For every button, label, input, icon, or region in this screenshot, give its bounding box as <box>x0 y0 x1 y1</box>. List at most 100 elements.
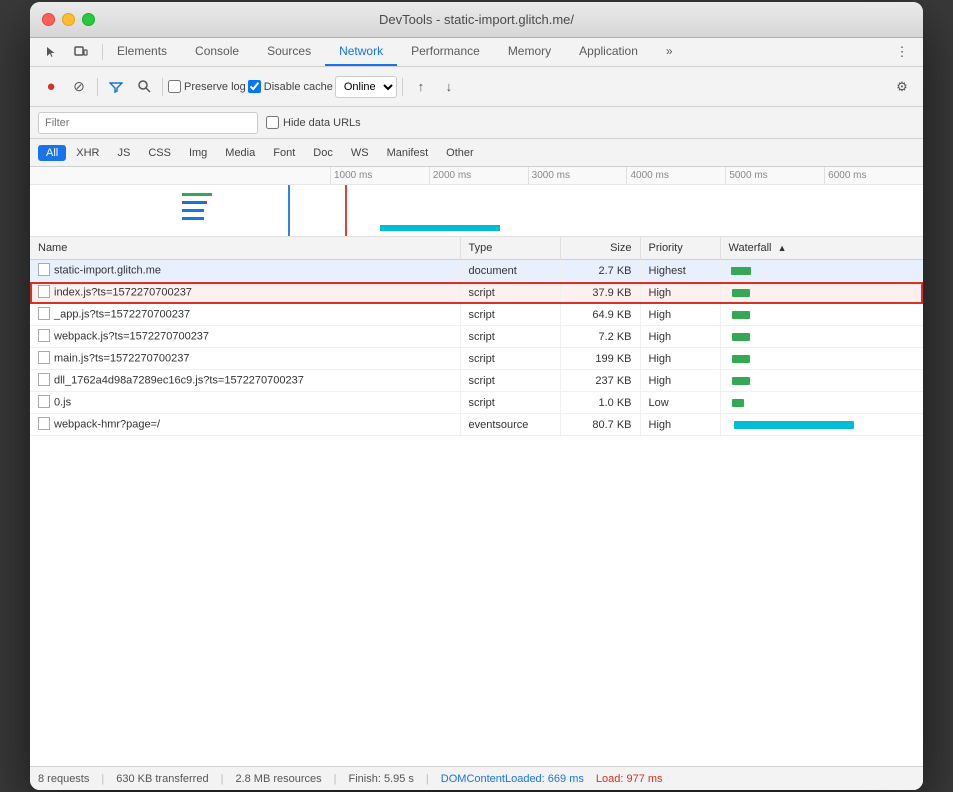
more-options-icon[interactable]: ⋮ <box>889 39 915 65</box>
tab-performance[interactable]: Performance <box>397 38 494 66</box>
filter-row: Hide data URLs <box>30 107 923 139</box>
filter-font[interactable]: Font <box>265 145 303 161</box>
filter-input[interactable] <box>38 112 258 134</box>
tab-sources[interactable]: Sources <box>253 38 325 66</box>
cell-name: webpack.js?ts=1572270700237 <box>30 326 460 348</box>
tab-more[interactable]: » <box>652 38 687 66</box>
cell-name: webpack-hmr?page=/ <box>30 414 460 436</box>
load-time: Load: 977 ms <box>596 773 663 785</box>
hide-data-urls-checkbox[interactable] <box>266 116 279 129</box>
transferred-size: 630 KB transferred <box>116 773 208 785</box>
network-table: Name Type Size Priority Waterfall <box>30 237 923 766</box>
table-row[interactable]: _app.js?ts=1572270700237script64.9 KBHig… <box>30 304 923 326</box>
device-icon[interactable] <box>68 39 94 65</box>
settings-button[interactable]: ⚙ <box>889 74 915 100</box>
table-row[interactable]: 0.jsscript1.0 KBLow <box>30 392 923 414</box>
export-har-button[interactable]: ↓ <box>436 74 462 100</box>
toolbar-right: ⚙ <box>889 74 915 100</box>
header-type[interactable]: Type <box>460 237 560 260</box>
table-row[interactable]: main.js?ts=1572270700237script199 KBHigh <box>30 348 923 370</box>
header-size[interactable]: Size <box>560 237 640 260</box>
table-row[interactable]: index.js?ts=1572270700237script37.9 KBHi… <box>30 282 923 304</box>
cell-size: 1.0 KB <box>560 392 640 414</box>
filter-media[interactable]: Media <box>217 145 263 161</box>
requests-count: 8 requests <box>38 773 89 785</box>
tab-network[interactable]: Network <box>325 38 397 66</box>
filter-manifest[interactable]: Manifest <box>379 145 437 161</box>
cell-type: script <box>460 370 560 392</box>
cell-priority: High <box>640 282 720 304</box>
filter-button[interactable] <box>103 74 129 100</box>
tab-memory[interactable]: Memory <box>494 38 565 66</box>
cell-size: 64.9 KB <box>560 304 640 326</box>
minimize-button[interactable] <box>62 13 75 26</box>
header-priority[interactable]: Priority <box>640 237 720 260</box>
cell-name: main.js?ts=1572270700237 <box>30 348 460 370</box>
titlebar: DevTools - static-import.glitch.me/ <box>30 2 923 38</box>
filter-doc[interactable]: Doc <box>305 145 341 161</box>
table-row[interactable]: dll_1762a4d98a7289ec16c9.js?ts=157227070… <box>30 370 923 392</box>
filter-img[interactable]: Img <box>181 145 215 161</box>
cell-name: index.js?ts=1572270700237 <box>30 282 460 304</box>
cell-priority: Low <box>640 392 720 414</box>
throttle-select[interactable]: Online <box>335 76 397 98</box>
tab-application[interactable]: Application <box>565 38 652 66</box>
cell-waterfall <box>720 326 923 348</box>
maximize-button[interactable] <box>82 13 95 26</box>
ruler-mark-1: 1000 ms <box>330 167 429 184</box>
clear-button[interactable]: ⊘ <box>66 74 92 100</box>
cell-size: 80.7 KB <box>560 414 640 436</box>
cell-size: 2.7 KB <box>560 260 640 282</box>
cell-type: script <box>460 304 560 326</box>
preserve-log-label[interactable]: Preserve log <box>168 80 246 93</box>
close-button[interactable] <box>42 13 55 26</box>
cell-priority: High <box>640 414 720 436</box>
table-row[interactable]: webpack.js?ts=1572270700237script7.2 KBH… <box>30 326 923 348</box>
record-button[interactable]: ● <box>38 74 64 100</box>
cell-waterfall <box>720 260 923 282</box>
tab-console[interactable]: Console <box>181 38 253 66</box>
disable-cache-label[interactable]: Disable cache <box>248 80 333 93</box>
tab-elements[interactable]: Elements <box>103 38 181 66</box>
cell-name: dll_1762a4d98a7289ec16c9.js?ts=157227070… <box>30 370 460 392</box>
cell-size: 37.9 KB <box>560 282 640 304</box>
cell-size: 199 KB <box>560 348 640 370</box>
cell-type: script <box>460 326 560 348</box>
cell-name: static-import.glitch.me <box>30 260 460 282</box>
cell-type: script <box>460 392 560 414</box>
devtools-window: DevTools - static-import.glitch.me/ Elem… <box>30 2 923 790</box>
ruler-mark-3: 3000 ms <box>528 167 627 184</box>
finish-time: Finish: 5.95 s <box>349 773 414 785</box>
cell-name: _app.js?ts=1572270700237 <box>30 304 460 326</box>
filter-xhr[interactable]: XHR <box>68 145 107 161</box>
cell-type: script <box>460 348 560 370</box>
disable-cache-checkbox[interactable] <box>248 80 261 93</box>
table-header-row: Name Type Size Priority Waterfall <box>30 237 923 260</box>
cell-priority: High <box>640 326 720 348</box>
timeline-area: 1000 ms 2000 ms 3000 ms 4000 ms 5000 ms … <box>30 167 923 237</box>
header-waterfall[interactable]: Waterfall ▲ <box>720 237 923 260</box>
hide-data-urls-label[interactable]: Hide data URLs <box>266 116 361 129</box>
ruler-mark-4: 4000 ms <box>626 167 725 184</box>
separator-2 <box>162 78 163 96</box>
pointer-icon[interactable] <box>38 39 64 65</box>
cell-priority: High <box>640 348 720 370</box>
filter-css[interactable]: CSS <box>140 145 179 161</box>
traffic-lights <box>42 13 95 26</box>
filter-all[interactable]: All <box>38 145 66 161</box>
ruler-mark-5: 5000 ms <box>725 167 824 184</box>
search-button[interactable] <box>131 74 157 100</box>
cell-name: 0.js <box>30 392 460 414</box>
table-row[interactable]: webpack-hmr?page=/eventsource80.7 KBHigh <box>30 414 923 436</box>
preserve-log-checkbox[interactable] <box>168 80 181 93</box>
table-row[interactable]: static-import.glitch.medocument2.7 KBHig… <box>30 260 923 282</box>
cell-waterfall <box>720 282 923 304</box>
filter-other[interactable]: Other <box>438 145 482 161</box>
import-har-button[interactable]: ↑ <box>408 74 434 100</box>
filter-js[interactable]: JS <box>109 145 138 161</box>
separator-3 <box>402 78 403 96</box>
cell-waterfall <box>720 370 923 392</box>
ruler-mark-2: 2000 ms <box>429 167 528 184</box>
filter-ws[interactable]: WS <box>343 145 377 161</box>
header-name[interactable]: Name <box>30 237 460 260</box>
